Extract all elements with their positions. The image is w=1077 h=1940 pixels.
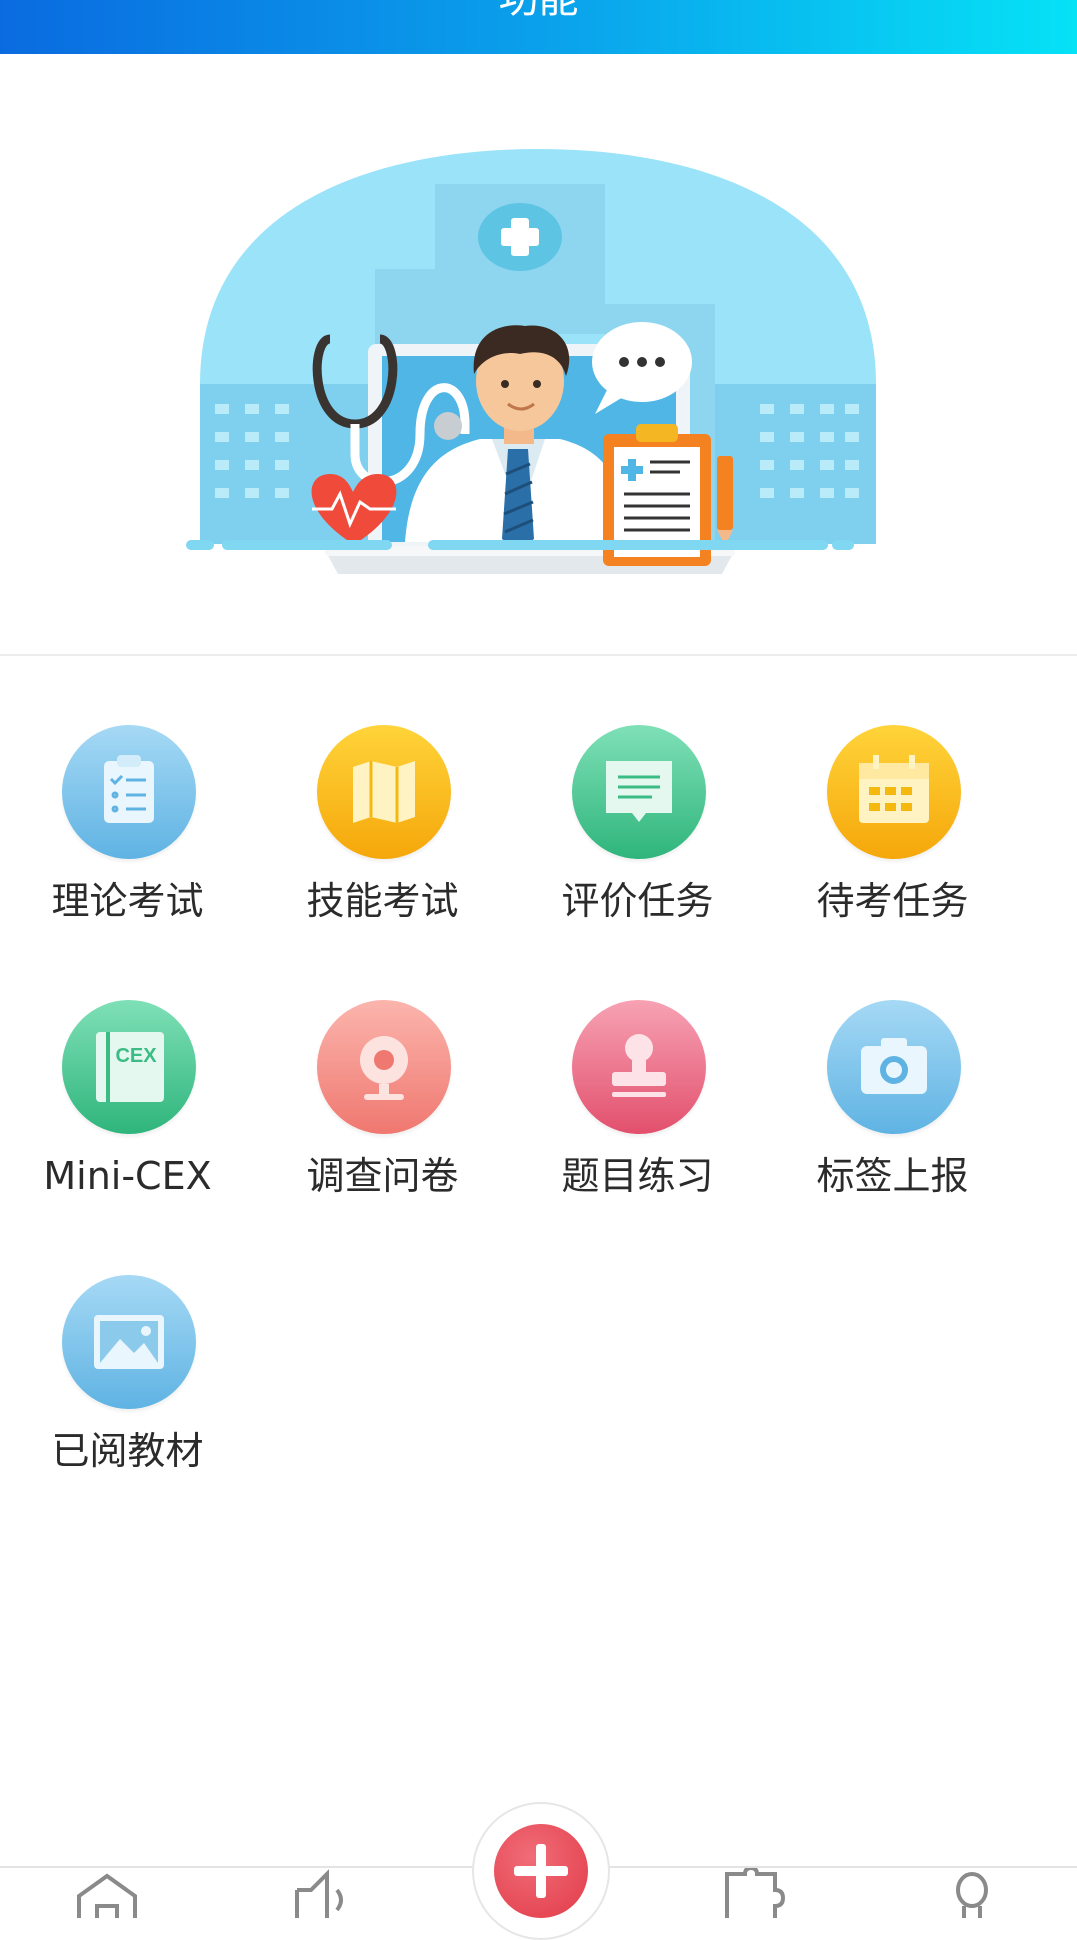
map-icon — [353, 761, 415, 823]
menu-item-label: 题目练习 — [561, 1154, 714, 1198]
menu-icon-circle — [827, 725, 961, 859]
menu-item-label: 待考任务 — [816, 879, 969, 923]
menu-item-skill-exam[interactable]: 技能考试 — [255, 725, 510, 965]
page-title: 功能 — [0, 0, 1077, 24]
menu-item-survey[interactable]: 调查问卷 — [255, 1000, 510, 1240]
add-icon — [514, 1844, 568, 1898]
menu-icon-circle — [317, 1000, 451, 1134]
menu-item-label: Mini-CEX — [43, 1154, 212, 1198]
menu-item-evaluation-task[interactable]: 评价任务 — [510, 725, 765, 965]
menu-item-label: 理论考试 — [51, 879, 204, 923]
tab-plugins[interactable] — [693, 1868, 813, 1918]
menu-icon-circle — [317, 725, 451, 859]
stamp-icon — [612, 1034, 666, 1097]
cex-text: CEX — [115, 1045, 157, 1067]
menu-icon-circle: CEX — [62, 1000, 196, 1134]
menu-item-label: 评价任务 — [561, 879, 714, 923]
menu-icon-circle — [827, 1000, 961, 1134]
menu-item-read-materials[interactable]: 已阅教材 — [0, 1275, 255, 1515]
menu-item-label: 标签上报 — [816, 1154, 969, 1198]
menu-item-label: 已阅教材 — [51, 1429, 204, 1473]
app-header: 功能 — [0, 0, 1077, 54]
add-button-circle — [494, 1824, 588, 1918]
profile-icon — [956, 1872, 988, 1918]
menu-item-tag-report[interactable]: 标签上报 — [765, 1000, 1020, 1240]
center-add-button[interactable] — [472, 1802, 610, 1940]
speaker-icon — [295, 1869, 343, 1918]
menu-icon-circle — [572, 725, 706, 859]
menu-item-pending-exam-task[interactable]: 待考任务 — [765, 725, 1020, 965]
menu-icon-circle — [62, 1275, 196, 1409]
menu-item-question-practice[interactable]: 题目练习 — [510, 1000, 765, 1240]
camera-icon — [861, 1038, 927, 1094]
tab-profile[interactable] — [912, 1868, 1032, 1918]
menu-item-mini-cex[interactable]: CEX Mini-CEX — [0, 1000, 255, 1240]
menu-item-label: 技能考试 — [306, 879, 459, 923]
message-icon — [606, 761, 672, 822]
banner-illustration — [0, 54, 1077, 654]
puzzle-icon — [725, 1868, 786, 1918]
section-divider — [0, 654, 1077, 656]
tab-notice[interactable] — [265, 1868, 385, 1918]
cex-book-icon: CEX — [96, 1032, 164, 1102]
menu-icon-circle — [62, 725, 196, 859]
home-icon — [77, 1873, 137, 1918]
webcam-icon — [360, 1036, 408, 1100]
menu-item-theory-exam[interactable]: 理论考试 — [0, 725, 255, 965]
clipboard-checklist-icon — [104, 755, 154, 823]
calendar-icon — [859, 755, 929, 823]
image-icon — [94, 1315, 164, 1369]
menu-item-label: 调查问卷 — [306, 1154, 459, 1198]
tab-home[interactable] — [47, 1868, 167, 1918]
menu-icon-circle — [572, 1000, 706, 1134]
